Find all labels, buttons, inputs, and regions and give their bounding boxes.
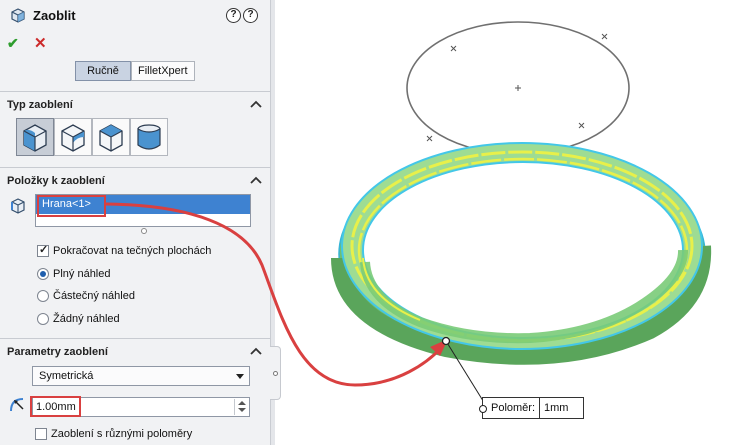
chevron-down-icon (236, 374, 244, 379)
checkmark-icon: ✔ (7, 35, 19, 51)
radius-callout[interactable]: Poloměr: 1mm (478, 397, 585, 419)
section-title-params: Parametry zaoblení (7, 346, 108, 358)
chevron-up-icon[interactable] (250, 100, 262, 108)
chevron-up-icon[interactable] (250, 347, 262, 355)
radius-icon (10, 398, 24, 412)
face-fillet-icon (99, 124, 123, 152)
cancel-button[interactable]: ✕ (34, 34, 47, 52)
constant-radius-fillet-icon (23, 124, 47, 152)
full-preview-label: Plný náhled (53, 268, 111, 280)
tangent-propagation-checkbox[interactable] (37, 243, 49, 257)
profile-value: Symetrická (39, 370, 94, 382)
section-divider (0, 338, 271, 339)
callout-label: Poloměr: (478, 398, 541, 418)
no-preview-radio[interactable] (37, 313, 49, 325)
edge-selection-icon (11, 198, 25, 214)
face-fillet-button[interactable] (92, 118, 130, 156)
chevron-up-icon[interactable] (250, 176, 262, 184)
section-divider (0, 167, 271, 168)
ok-button[interactable]: ✔ (7, 35, 19, 52)
tab-manual[interactable]: Ručně (75, 61, 131, 81)
section-divider (0, 91, 271, 92)
annotation-highlight-box (30, 396, 81, 417)
full-round-fillet-button[interactable] (130, 118, 168, 156)
radius-spinner[interactable] (234, 399, 248, 415)
profile-dropdown[interactable]: Symetrická (32, 366, 250, 386)
partial-preview-label: Částečný náhled (53, 290, 135, 302)
partial-preview-radio[interactable] (37, 290, 49, 302)
no-preview-label: Žádný náhled (53, 313, 120, 325)
variable-radius-fillet-icon (61, 124, 85, 152)
question-icon[interactable]: ? (243, 8, 258, 23)
property-manager-panel: Zaoblit ? ? ✔ ✕ Ručně FilletXpert Typ za… (0, 0, 271, 445)
section-title-items: Položky k zaoblení (7, 175, 105, 187)
help-spark-icon[interactable]: ? (226, 8, 241, 23)
x-icon: ✕ (34, 35, 47, 52)
multi-radius-label: Zaoblení s různými poloměry (51, 428, 193, 440)
annotation-highlight-box (37, 195, 106, 217)
list-resize-handle[interactable] (141, 228, 147, 234)
section-title-fillet-type: Typ zaoblení (7, 99, 73, 111)
sketch-circle[interactable] (406, 21, 630, 155)
full-round-fillet-icon (137, 124, 161, 150)
full-preview-radio[interactable] (37, 268, 49, 280)
spin-up-icon[interactable] (238, 401, 246, 405)
ring-part[interactable] (331, 142, 712, 365)
variable-radius-fillet-button[interactable] (54, 118, 92, 156)
tangent-propagation-label: Pokračovat na tečných plochách (53, 245, 212, 257)
graphics-area[interactable] (275, 0, 750, 445)
mode-tabs: Ručně FilletXpert (75, 61, 195, 81)
multi-radius-checkbox[interactable] (35, 428, 47, 440)
page-title: Zaoblit (33, 8, 76, 23)
callout-value[interactable]: 1mm (540, 398, 583, 418)
constant-radius-fillet-button[interactable] (16, 118, 54, 156)
tab-filletxpert[interactable]: FilletXpert (131, 61, 195, 81)
spin-down-icon[interactable] (238, 408, 246, 412)
fillet-feature-icon (11, 8, 25, 23)
